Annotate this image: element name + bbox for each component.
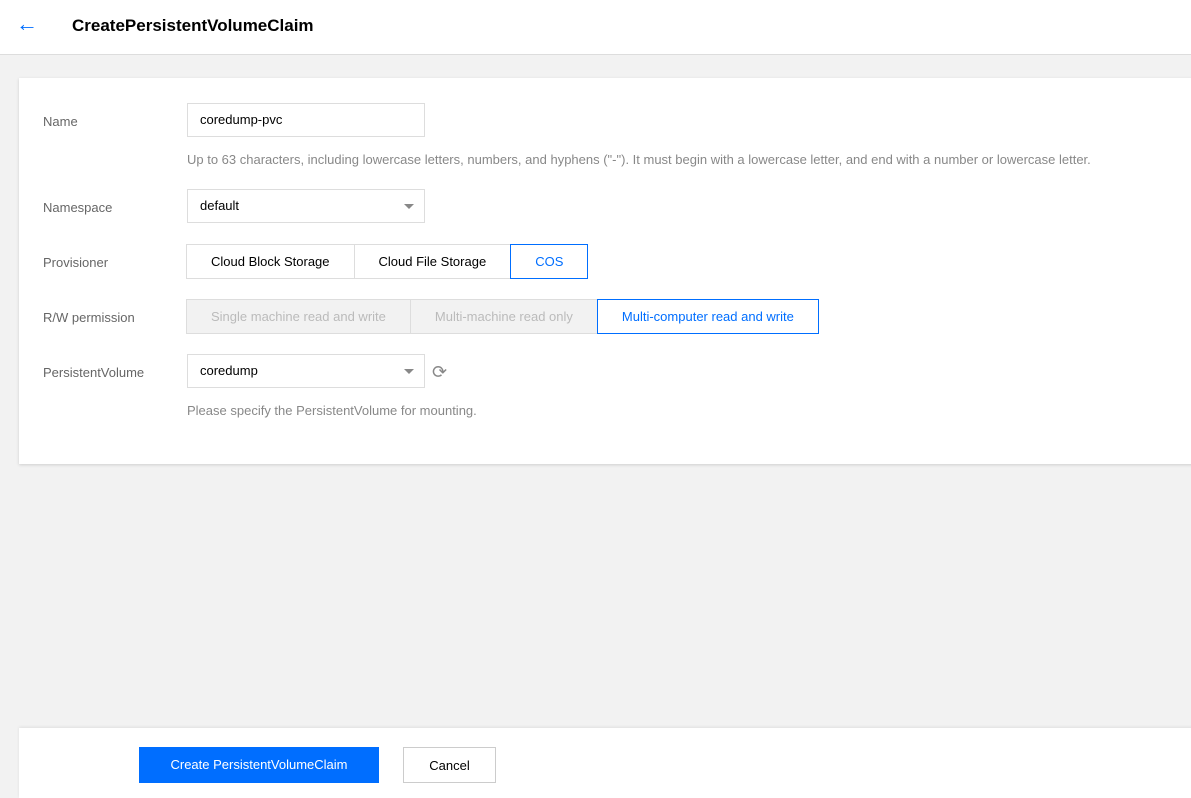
create-button[interactable]: Create PersistentVolumeClaim xyxy=(139,747,379,783)
footer: Create PersistentVolumeClaim Cancel xyxy=(19,728,1191,798)
pv-label: PersistentVolume xyxy=(43,365,145,380)
rw-multi-read[interactable]: Multi-machine read only xyxy=(409,299,598,334)
chevron-down-icon xyxy=(404,369,414,374)
namespace-value: default xyxy=(200,198,240,213)
provisioner-label: Provisioner xyxy=(43,255,109,270)
cancel-button[interactable]: Cancel xyxy=(403,747,496,783)
provisioner-group: Cloud Block Storage Cloud File Storage C… xyxy=(186,244,589,279)
name-input[interactable]: coredump-pvc xyxy=(187,103,425,137)
page-title: CreatePersistentVolumeClaim xyxy=(72,16,314,35)
provisioner-cfs[interactable]: Cloud File Storage xyxy=(353,244,512,279)
namespace-label: Namespace xyxy=(43,200,113,215)
back-arrow-icon[interactable]: ← xyxy=(16,11,38,37)
pv-hint: Please specify the PersistentVolume for … xyxy=(187,403,477,418)
page-header: ← CreatePersistentVolumeClaim xyxy=(0,0,1191,55)
rw-label: R/W permission xyxy=(43,310,135,325)
pv-select[interactable]: coredump xyxy=(187,354,425,388)
pv-value: coredump xyxy=(200,363,258,378)
rw-multi-write[interactable]: Multi-computer read and write xyxy=(596,299,819,334)
namespace-select[interactable]: default xyxy=(187,189,425,223)
provisioner-cos[interactable]: COS xyxy=(510,244,589,279)
provisioner-cbs[interactable]: Cloud Block Storage xyxy=(186,244,355,279)
rw-single[interactable]: Single machine read and write xyxy=(186,299,411,334)
name-label: Name xyxy=(43,114,78,129)
name-hint: Up to 63 characters, including lowercase… xyxy=(187,152,1091,167)
chevron-down-icon xyxy=(404,204,414,209)
rw-group: Single machine read and write Multi-mach… xyxy=(186,299,819,334)
refresh-icon[interactable]: ⟳ xyxy=(432,362,447,383)
form-card: Name coredump-pvc Up to 63 characters, i… xyxy=(19,78,1191,464)
